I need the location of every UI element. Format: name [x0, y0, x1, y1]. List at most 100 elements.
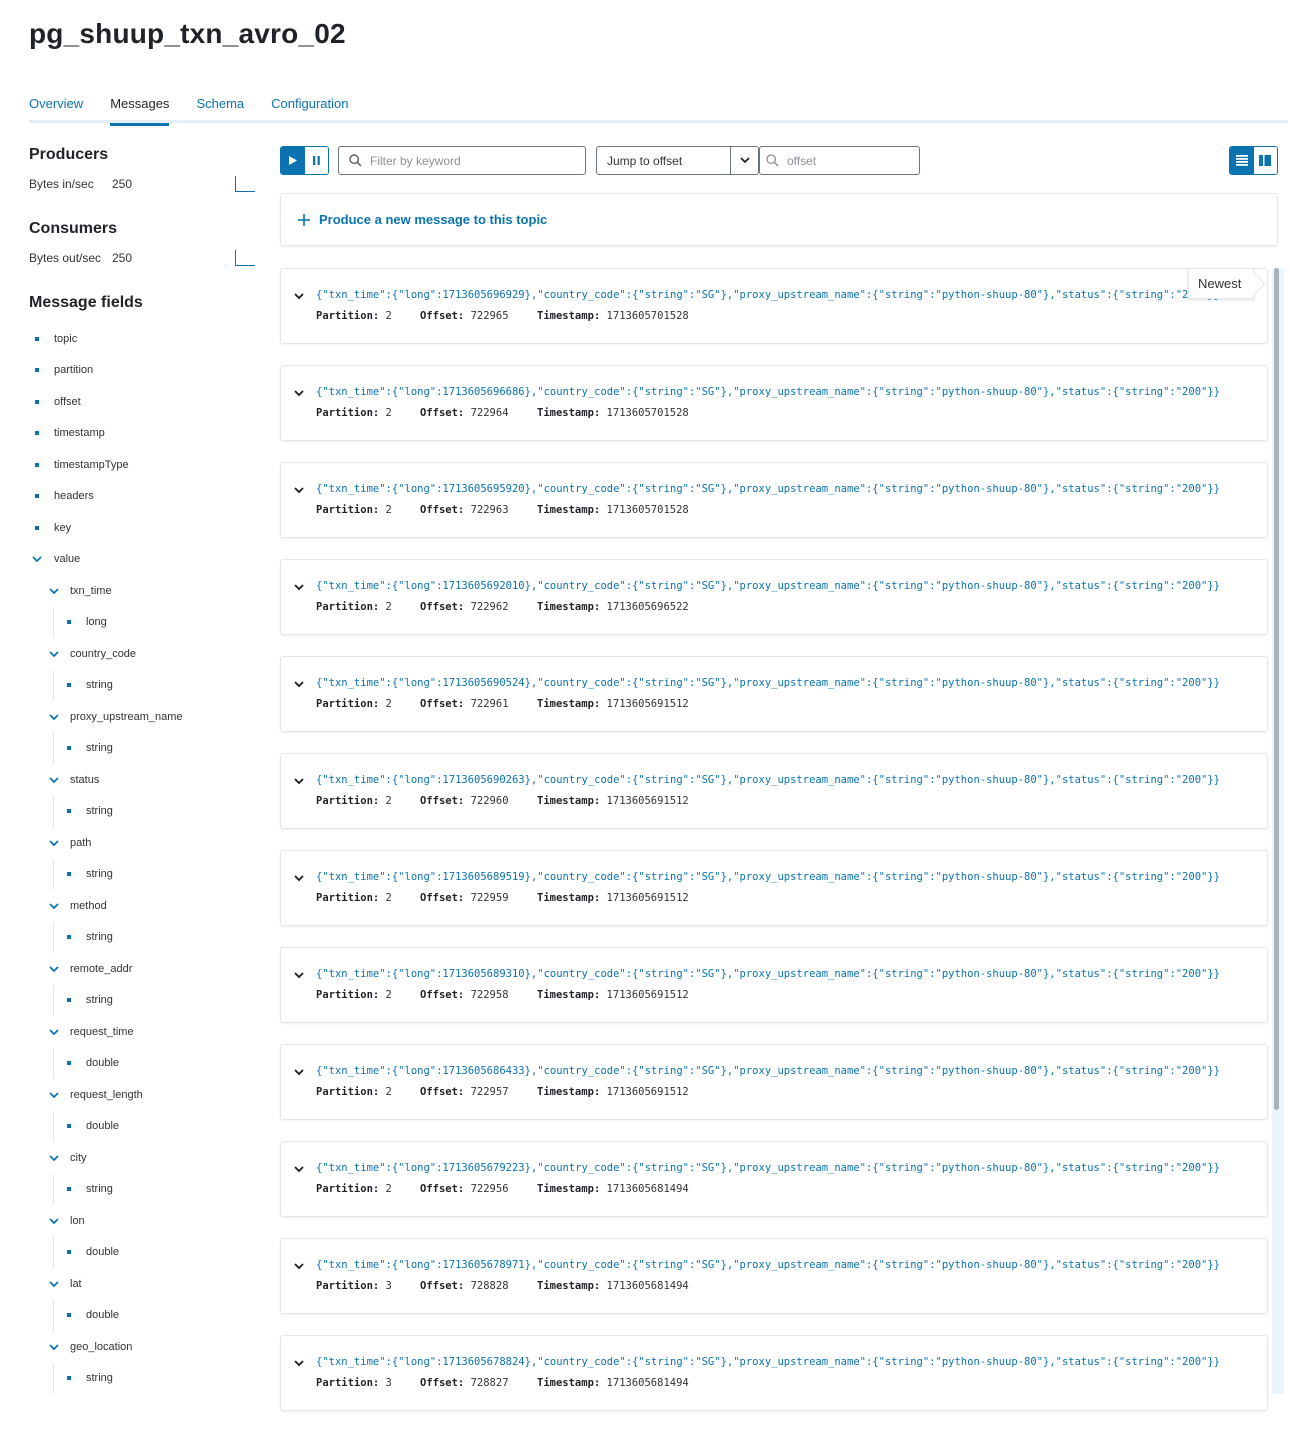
tab-overview[interactable]: Overview: [29, 92, 83, 123]
message-row[interactable]: {"txn_time":{"long":1713605692010},"coun…: [280, 559, 1268, 635]
chevron-down-icon[interactable]: [293, 1259, 305, 1277]
field-tree-group[interactable]: txn_time: [29, 575, 269, 607]
chevron-down-icon[interactable]: [293, 1356, 305, 1374]
pause-button[interactable]: [304, 147, 328, 174]
chevron-down-icon[interactable]: [48, 711, 60, 723]
bullet-icon: [35, 431, 39, 436]
play-button[interactable]: [281, 147, 305, 174]
timestamp-label: Timestamp:: [537, 504, 601, 516]
message-list-scrollbar[interactable]: [1272, 268, 1284, 1394]
chevron-down-icon[interactable]: [48, 1215, 60, 1227]
chevron-down-icon[interactable]: [293, 774, 305, 792]
timestamp-label: Timestamp:: [537, 1280, 601, 1292]
chevron-down-icon[interactable]: [293, 289, 305, 307]
chevron-down-icon[interactable]: [48, 1341, 60, 1353]
field-tree-item[interactable]: string: [29, 921, 269, 953]
chevron-down-icon[interactable]: [48, 900, 60, 912]
chevron-down-icon[interactable]: [48, 585, 60, 597]
chevron-down-icon[interactable]: [48, 837, 60, 849]
message-row[interactable]: {"txn_time":{"long":1713605690263},"coun…: [280, 753, 1268, 829]
field-tree-item[interactable]: string: [29, 795, 269, 827]
field-tree-group[interactable]: city: [29, 1142, 269, 1174]
jump-select-toggle[interactable]: [730, 147, 758, 174]
field-tree-item[interactable]: timestampType: [29, 449, 269, 481]
produce-message-button[interactable]: Produce a new message to this topic: [280, 193, 1278, 246]
playback-controls: [280, 146, 329, 175]
chevron-down-icon[interactable]: [48, 1026, 60, 1038]
chevron-down-icon[interactable]: [293, 1065, 305, 1083]
field-tree-item[interactable]: double: [29, 1047, 269, 1079]
message-row[interactable]: {"txn_time":{"long":1713605678971},"coun…: [280, 1238, 1268, 1314]
tab-schema[interactable]: Schema: [196, 92, 244, 123]
jump-to-offset-select[interactable]: Jump to offset: [596, 146, 759, 175]
field-tree-item[interactable]: double: [29, 1236, 269, 1268]
chevron-down-icon[interactable]: [293, 483, 305, 501]
message-row[interactable]: {"txn_time":{"long":1713605696686},"coun…: [280, 365, 1268, 441]
message-row[interactable]: {"txn_time":{"long":1713605689310},"coun…: [280, 947, 1268, 1023]
split-view-button[interactable]: [1253, 147, 1277, 174]
field-tree-item[interactable]: headers: [29, 481, 269, 513]
message-row[interactable]: {"txn_time":{"long":1713605696929},"coun…: [280, 268, 1268, 344]
message-row[interactable]: {"txn_time":{"long":1713605689519},"coun…: [280, 850, 1268, 926]
chevron-down-icon[interactable]: [48, 648, 60, 660]
field-tree-group[interactable]: country_code: [29, 638, 269, 670]
timestamp-value: 1713605696522: [606, 601, 689, 613]
field-tree-group[interactable]: request_length: [29, 1079, 269, 1111]
field-name: geo_location: [70, 1340, 133, 1353]
field-tree-item[interactable]: string: [29, 1173, 269, 1205]
message-row[interactable]: {"txn_time":{"long":1713605686433},"coun…: [280, 1044, 1268, 1120]
chevron-down-icon[interactable]: [48, 1278, 60, 1290]
field-tree-group[interactable]: proxy_upstream_name: [29, 701, 269, 733]
chevron-down-icon[interactable]: [293, 1162, 305, 1180]
field-name: double: [86, 1246, 120, 1259]
field-tree-group[interactable]: value: [29, 544, 269, 576]
field-tree-item[interactable]: topic: [29, 323, 269, 355]
field-tree-group[interactable]: lat: [29, 1268, 269, 1300]
chevron-down-icon[interactable]: [31, 553, 43, 565]
field-tree-group[interactable]: remote_addr: [29, 953, 269, 985]
chevron-down-icon[interactable]: [293, 968, 305, 986]
chevron-down-icon[interactable]: [293, 386, 305, 404]
field-tree-item[interactable]: string: [29, 858, 269, 890]
offset-value: 728828: [470, 1280, 509, 1292]
field-tree-group[interactable]: lon: [29, 1205, 269, 1237]
field-tree-item[interactable]: partition: [29, 355, 269, 387]
partition-label: Partition:: [316, 1377, 380, 1389]
field-tree-item[interactable]: double: [29, 1299, 269, 1331]
chevron-down-icon[interactable]: [48, 1089, 60, 1101]
message-row[interactable]: {"txn_time":{"long":1713605690524},"coun…: [280, 656, 1268, 732]
field-tree-group[interactable]: status: [29, 764, 269, 796]
offset-label: Offset:: [420, 601, 465, 613]
message-row[interactable]: {"txn_time":{"long":1713605678824},"coun…: [280, 1335, 1268, 1411]
field-tree-item[interactable]: string: [29, 1362, 269, 1394]
chevron-down-icon[interactable]: [293, 677, 305, 695]
scrollbar-thumb[interactable]: [1274, 268, 1279, 1110]
field-tree-item[interactable]: long: [29, 606, 269, 638]
chevron-down-icon[interactable]: [48, 774, 60, 786]
field-tree-item[interactable]: string: [29, 669, 269, 701]
field-tree-item[interactable]: string: [29, 732, 269, 764]
field-tree-item[interactable]: key: [29, 512, 269, 544]
bytes-in-label: Bytes in/sec: [29, 177, 94, 191]
field-tree-group[interactable]: path: [29, 827, 269, 859]
list-view-button[interactable]: [1230, 147, 1254, 174]
chevron-down-icon[interactable]: [293, 871, 305, 889]
field-tree-group[interactable]: geo_location: [29, 1331, 269, 1363]
chevron-down-icon[interactable]: [48, 1152, 60, 1164]
timestamp-label: Timestamp:: [537, 698, 601, 710]
bullet-icon: [35, 399, 39, 404]
field-tree-item[interactable]: double: [29, 1110, 269, 1142]
offset-input[interactable]: [785, 152, 919, 169]
field-tree-item[interactable]: offset: [29, 386, 269, 418]
filter-input[interactable]: [368, 152, 585, 169]
field-tree-item[interactable]: string: [29, 984, 269, 1016]
tab-configuration[interactable]: Configuration: [271, 92, 348, 123]
message-row[interactable]: {"txn_time":{"long":1713605695920},"coun…: [280, 462, 1268, 538]
field-tree-group[interactable]: request_time: [29, 1016, 269, 1048]
chevron-down-icon[interactable]: [48, 963, 60, 975]
chevron-down-icon[interactable]: [293, 580, 305, 598]
field-tree-item[interactable]: timestamp: [29, 418, 269, 450]
field-tree-group[interactable]: method: [29, 890, 269, 922]
message-row[interactable]: {"txn_time":{"long":1713605679223},"coun…: [280, 1141, 1268, 1217]
tab-messages[interactable]: Messages: [110, 92, 170, 126]
